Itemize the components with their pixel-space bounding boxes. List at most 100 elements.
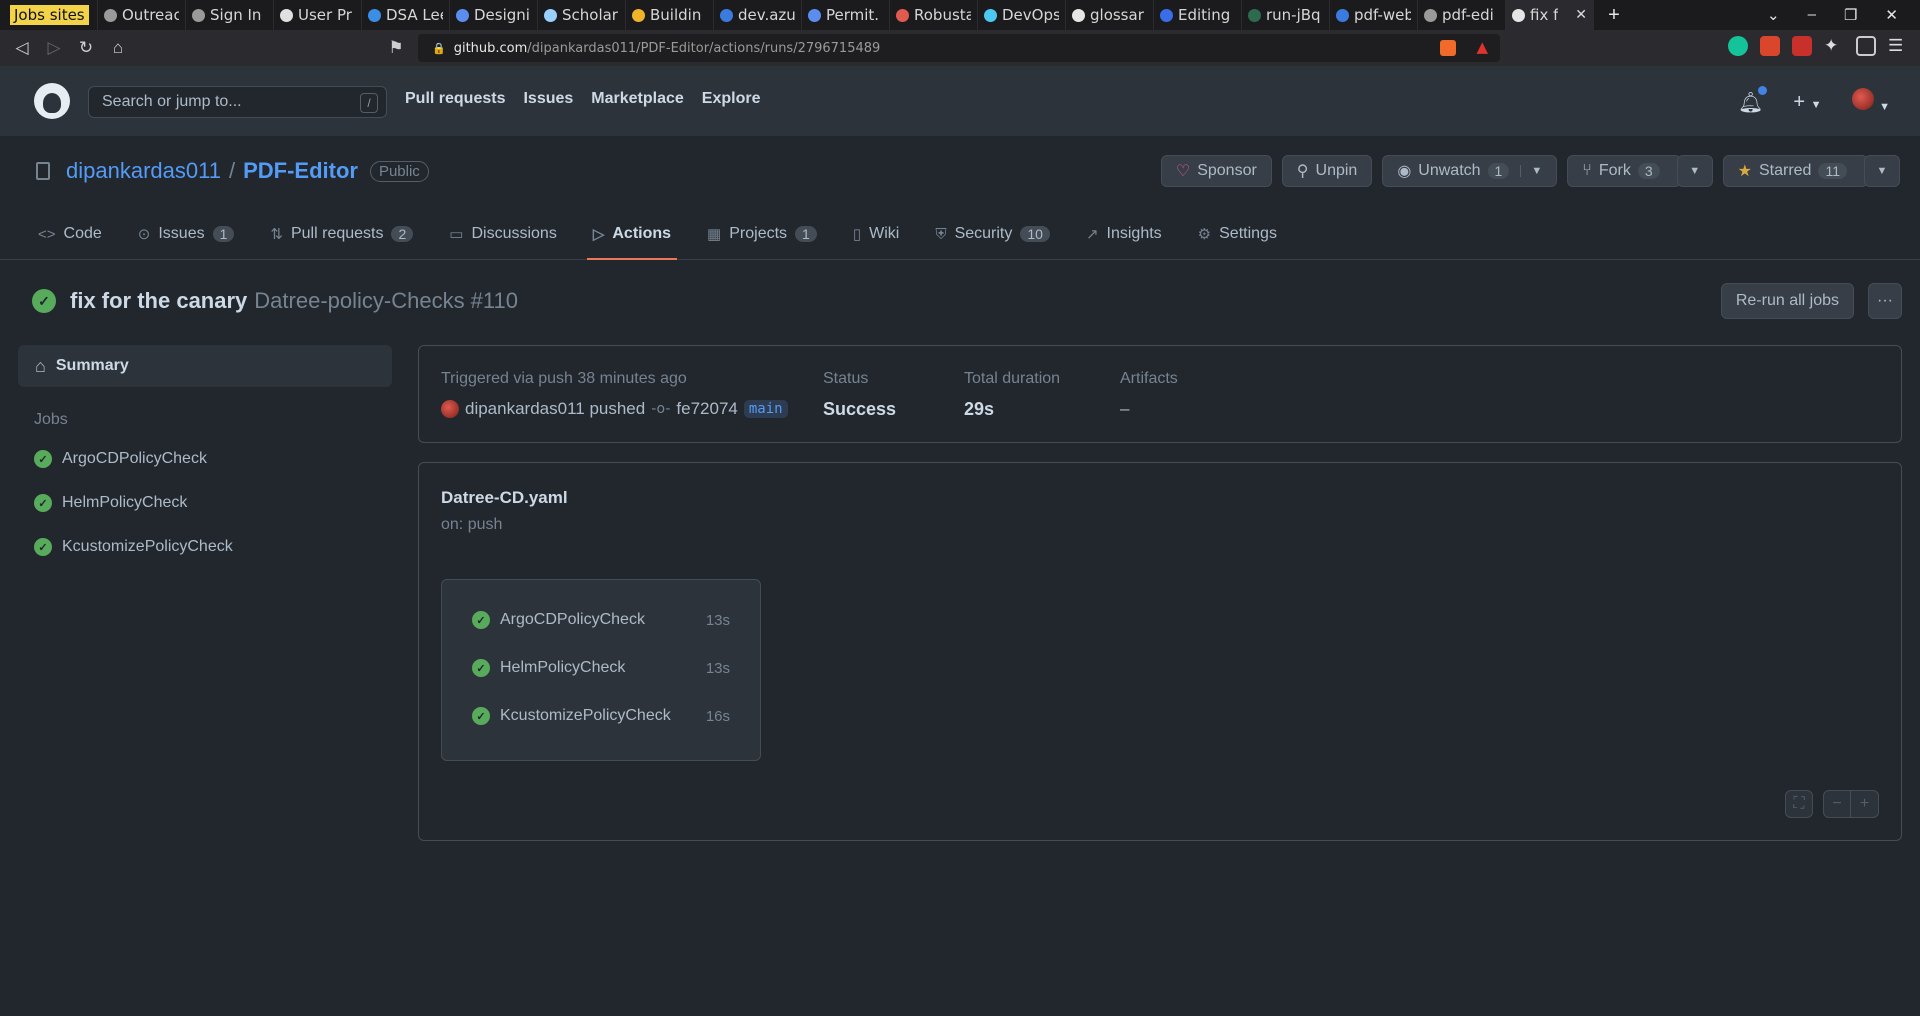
unpin-button[interactable]: ⚲ Unpin [1281, 155, 1373, 187]
brave-shield-icon[interactable] [1440, 40, 1456, 56]
browser-tab-label: Scholar [562, 6, 618, 24]
zoom-out-icon[interactable]: − [1823, 790, 1851, 818]
job-duration: 13s [705, 659, 730, 677]
nav-explore[interactable]: Explore [702, 90, 761, 108]
status-info: Status Success [823, 370, 896, 420]
browser-tab[interactable]: Scholar [538, 0, 626, 30]
browser-tab[interactable]: pdf-web [1330, 0, 1418, 30]
new-tab-button[interactable]: + [1594, 4, 1634, 27]
browser-tab[interactable]: DSA Lee [362, 0, 450, 30]
browser-tab[interactable]: Designi [450, 0, 538, 30]
browser-tabs: Jobs sites Outreac Sign In User Pr DSA Lee De… [0, 0, 1594, 30]
browser-tab[interactable]: Buildin [626, 0, 714, 30]
tab-pull-requests[interactable]: ⇅ Pull requests 2 [264, 210, 419, 260]
extension-icon[interactable] [1760, 36, 1780, 56]
fullscreen-icon[interactable]: ⛶ [1785, 790, 1813, 818]
chevron-down-icon[interactable]: ▼ [1520, 165, 1542, 177]
summary-label: Summary [55, 357, 129, 374]
close-window-icon[interactable]: ✕ [1885, 6, 1898, 24]
sponsor-button[interactable]: ♡ Sponsor [1160, 155, 1272, 187]
graph-job-item[interactable]: ✓ ArgoCDPolicyCheck 13s [472, 596, 730, 644]
maximize-icon[interactable]: ❐ [1844, 6, 1857, 24]
nav-marketplace[interactable]: Marketplace [591, 90, 684, 108]
watch-count: 1 [1487, 163, 1510, 179]
tab-actions[interactable]: ▷ Actions [586, 210, 678, 260]
wallet-icon[interactable] [1856, 36, 1876, 56]
run-header: ✓ fix for the canary Datree-policy-Check… [32, 283, 1902, 319]
puzzle-icon[interactable]: ✦ [1824, 36, 1844, 56]
workflow-file-name[interactable]: Datree-CD.yaml [441, 488, 568, 508]
graph-job-item[interactable]: ✓ KcustomizePolicyCheck 16s [472, 692, 730, 740]
extension-badge-icon[interactable] [1792, 36, 1812, 56]
fork-dropdown[interactable]: ▼ [1676, 155, 1713, 187]
home-icon[interactable]: ⌂ [102, 38, 134, 58]
browser-tab[interactable]: pdf-edi [1418, 0, 1506, 30]
tab-settings[interactable]: ⚙ Settings [1192, 210, 1283, 260]
tab-label: Code [63, 225, 102, 242]
menu-icon[interactable]: ☰ [1888, 36, 1908, 56]
sidebar-job-item[interactable]: ✓ KcustomizePolicyCheck [18, 525, 392, 569]
browser-tab[interactable]: glossar [1066, 0, 1154, 30]
sidebar-summary[interactable]: ⌂ Summary [18, 345, 392, 387]
browser-tab[interactable]: Editing [1154, 0, 1242, 30]
browser-tab[interactable]: Sign In [186, 0, 274, 30]
browser-tab[interactable]: Outreac [98, 0, 186, 30]
graph-zoom-controls: ⛶ − + [1785, 790, 1879, 818]
branch-badge[interactable]: main [743, 400, 788, 418]
more-options-button[interactable]: ··· [1868, 283, 1902, 319]
notifications-bell-icon[interactable]: 🔔︎ [1738, 85, 1768, 115]
graph-job-item[interactable]: ✓ HelmPolicyCheck 13s [472, 644, 730, 692]
success-check-icon: ✓ [34, 494, 52, 512]
grammarly-icon[interactable] [1728, 36, 1748, 56]
commit-sha[interactable]: fe72074 [676, 399, 737, 419]
back-icon[interactable]: ◁ [6, 38, 38, 58]
browser-tab[interactable]: fix f ✕ [1506, 0, 1594, 30]
github-header: Search or jump to... / Pull requests Iss… [0, 66, 1920, 136]
tab-code[interactable]: <> Code [32, 210, 108, 260]
sidebar-job-item[interactable]: ✓ HelmPolicyCheck [18, 481, 392, 525]
duration-label: Total duration [964, 370, 1061, 387]
star-dropdown[interactable]: ▼ [1864, 155, 1900, 187]
forward-icon[interactable]: ▷ [38, 38, 70, 58]
browser-tab[interactable]: User Pr [274, 0, 362, 30]
sidebar-job-item[interactable]: ✓ ArgoCDPolicyCheck [18, 437, 392, 481]
address-bar[interactable]: 🔒 github.com /dipankardas011/PDF-Editor/… [418, 34, 1500, 62]
starred-label: Starred [1758, 162, 1812, 179]
create-new-dropdown[interactable]: + ▼ [1793, 91, 1821, 114]
github-logo-icon[interactable] [34, 83, 70, 119]
browser-tab[interactable]: dev.azu [714, 0, 802, 30]
user-menu[interactable]: ▼ [1851, 88, 1890, 116]
tab-wiki[interactable]: ▯ Wiki [847, 210, 905, 260]
browser-tab[interactable]: DevOps [978, 0, 1066, 30]
browser-tab[interactable]: run-jBq [1242, 0, 1330, 30]
tab-issues[interactable]: ⊙ Issues 1 [132, 210, 241, 260]
tab-security[interactable]: ⛨ Security 10 [929, 210, 1056, 260]
zoom-in-icon[interactable]: + [1851, 790, 1879, 818]
browser-tab[interactable]: Jobs sites [0, 0, 98, 30]
rewards-icon[interactable]: ▲ [1476, 38, 1488, 56]
favicon-icon [368, 8, 381, 22]
nav-issues[interactable]: Issues [523, 90, 573, 108]
rerun-all-jobs-button[interactable]: Re-run all jobs [1720, 283, 1854, 319]
nav-pull-requests[interactable]: Pull requests [405, 90, 505, 108]
chevron-down-icon: ▼ [1876, 165, 1888, 177]
browser-tab-label: pdf-edi [1442, 6, 1494, 24]
close-tab-icon[interactable]: ✕ [1575, 7, 1587, 23]
browser-tab[interactable]: Permit. [802, 0, 890, 30]
run-workflow-ref[interactable]: Datree-policy-Checks #110 [254, 288, 518, 314]
starred-button[interactable]: ★ Starred 11 [1722, 155, 1868, 187]
reload-icon[interactable]: ↻ [70, 38, 102, 58]
browser-tab[interactable]: Robusta [890, 0, 978, 30]
bookmark-icon[interactable]: ⚑ [380, 38, 412, 58]
repo-name-link[interactable]: PDF-Editor [243, 158, 358, 184]
fork-button[interactable]: ⑂ Fork 3 [1567, 155, 1681, 187]
tab-insights[interactable]: ↗ Insights [1080, 210, 1168, 260]
actor-text[interactable]: dipankardas011 pushed [465, 399, 645, 419]
repo-owner-link[interactable]: dipankardas011 [66, 158, 221, 184]
minimize-icon[interactable]: – [1808, 6, 1816, 24]
search-input[interactable]: Search or jump to... / [88, 86, 387, 118]
tab-discussions[interactable]: ▭ Discussions [443, 210, 563, 260]
tab-projects[interactable]: ▦ Projects 1 [701, 210, 823, 260]
tab-list-chevron-icon[interactable]: ⌄ [1767, 6, 1780, 24]
unwatch-button[interactable]: ◉ Unwatch 1 ▼ [1382, 155, 1558, 187]
